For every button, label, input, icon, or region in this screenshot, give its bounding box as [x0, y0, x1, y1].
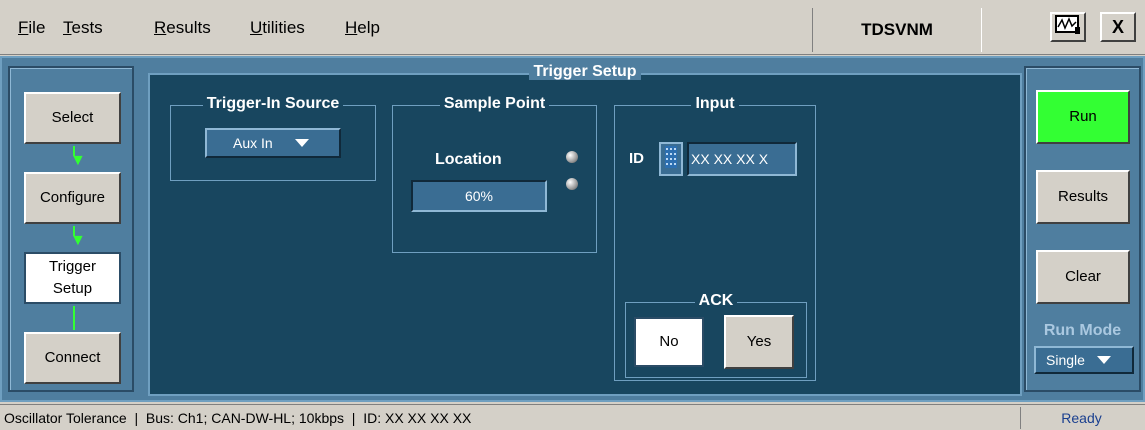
arrow-down-icon: ▼ [70, 232, 86, 249]
ack-label-wrap: ACK [626, 292, 806, 310]
arrow-down-icon: ▼ [70, 152, 86, 169]
trigger-in-source-group: Trigger-In Source Aux In [170, 95, 376, 181]
sample-point-label-wrap: Sample Point [393, 95, 596, 113]
status-text: Oscillator Tolerance | Bus: Ch1; CAN-DW-… [4, 410, 472, 426]
chevron-down-icon [294, 139, 309, 147]
run-mode-label: Run Mode [1043, 322, 1122, 339]
ack-no-button[interactable]: No [634, 317, 704, 367]
trigger-in-source-dropdown[interactable]: Aux In [205, 128, 341, 158]
configure-step-button[interactable]: Configure [24, 172, 121, 224]
clear-button[interactable]: Clear [1036, 250, 1130, 304]
keypad-icon [665, 146, 677, 172]
main-frame: Select ▼ Configure ▼ Trigger Setup Conne… [0, 56, 1145, 402]
trigger-setup-step-button[interactable]: Trigger Setup [24, 252, 121, 304]
menu-help[interactable]: Help [345, 18, 380, 38]
status-state: Ready [1020, 407, 1142, 429]
id-label: ID [629, 150, 644, 167]
run-mode-dropdown[interactable]: Single [1034, 346, 1134, 374]
close-icon: X [1111, 16, 1124, 37]
flow-connector [73, 306, 75, 330]
input-label-wrap: Input [615, 95, 815, 113]
ack-label: ACK [694, 292, 738, 309]
app-title: TDSVNM [812, 8, 982, 52]
trigger-setup-label-line1: Trigger [49, 257, 96, 275]
trigger-setup-panel: Trigger Setup Trigger-In Source Aux In S… [148, 63, 1022, 396]
input-group: Input ID XX XX XX X ACK No Yes [614, 95, 816, 381]
select-step-button[interactable]: Select [24, 92, 121, 144]
status-bar: Oscillator Tolerance | Bus: Ch1; CAN-DW-… [0, 404, 1145, 430]
sample-point-label: Sample Point [439, 95, 550, 112]
menu-bar: File Tests Results Utilities Help TDSVNM… [0, 0, 1145, 55]
run-control-panel: Run Results Clear Run Mode Single [1024, 66, 1141, 392]
id-field[interactable]: XX XX XX X [687, 142, 797, 176]
location-label: Location [435, 151, 502, 168]
menu-tests[interactable]: Tests [63, 18, 103, 38]
input-label: Input [691, 95, 739, 112]
connect-step-button[interactable]: Connect [24, 332, 121, 384]
sample-point-group: Sample Point Location 60% [392, 95, 597, 253]
panel-title: Trigger Setup [150, 63, 1020, 87]
trigger-in-source-label-wrap: Trigger-In Source [171, 95, 375, 113]
step-navigation-panel: Select ▼ Configure ▼ Trigger Setup Conne… [8, 66, 134, 392]
chevron-down-icon [1096, 356, 1111, 364]
knob-icon[interactable] [566, 151, 578, 163]
keypad-button[interactable] [659, 142, 683, 176]
scope-view-button[interactable] [1050, 12, 1086, 42]
menu-file[interactable]: File [18, 18, 45, 38]
menu-results[interactable]: Results [154, 18, 211, 38]
run-button[interactable]: Run [1036, 90, 1130, 144]
results-button[interactable]: Results [1036, 170, 1130, 224]
knob-icon[interactable] [566, 178, 578, 190]
ack-yes-button[interactable]: Yes [724, 315, 794, 369]
trigger-in-source-value: Aux In [233, 135, 273, 151]
trigger-setup-label-line2: Setup [52, 280, 93, 297]
close-button[interactable]: X [1100, 12, 1136, 42]
run-mode-value: Single [1046, 352, 1085, 368]
location-field[interactable]: 60% [411, 180, 547, 212]
oscilloscope-icon [1055, 14, 1081, 40]
trigger-in-source-label: Trigger-In Source [202, 95, 344, 112]
ack-group: ACK No Yes [625, 292, 807, 378]
menu-utilities[interactable]: Utilities [250, 18, 305, 38]
panel-title-text: Trigger Setup [529, 63, 641, 80]
